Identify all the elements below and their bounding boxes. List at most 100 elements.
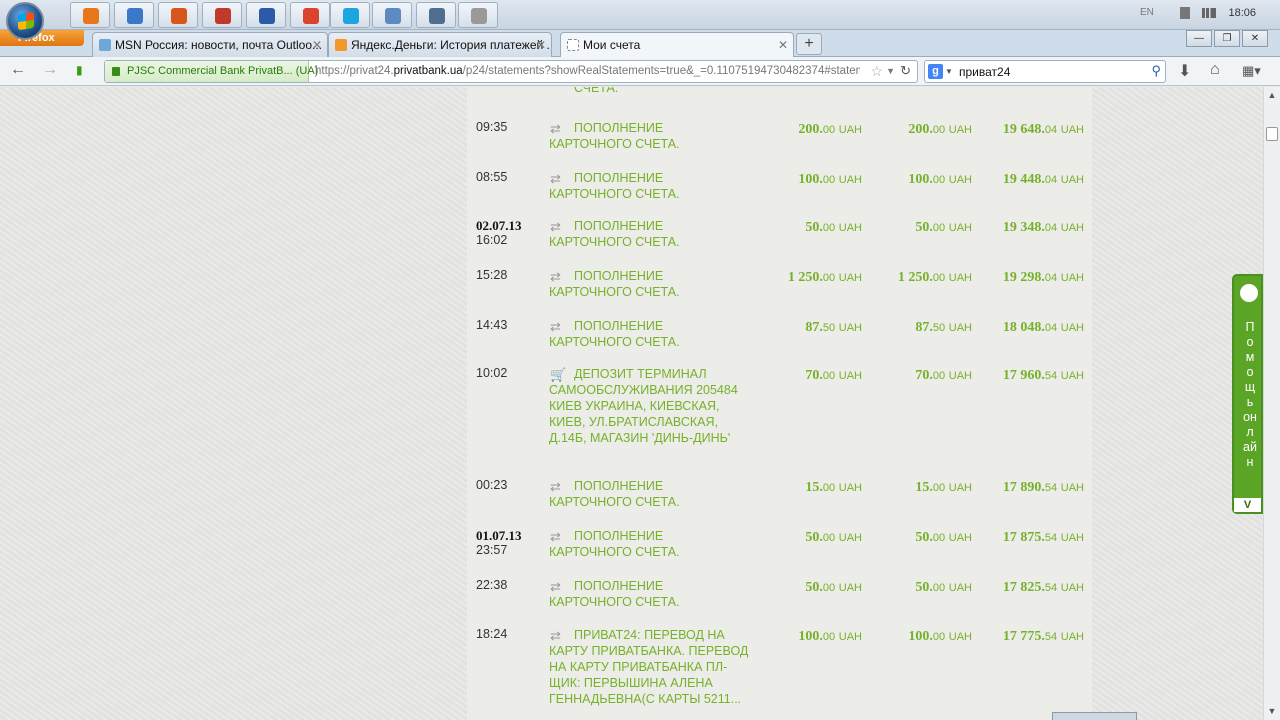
row-time: 23:57 xyxy=(476,543,508,557)
new-tab-button[interactable]: + xyxy=(796,33,822,55)
row-amount: 200.00 UAH xyxy=(798,122,862,137)
row-time: 18:24 xyxy=(476,627,508,641)
row-sum: 1 250.00 UAH xyxy=(897,270,972,285)
google-icon[interactable]: g xyxy=(928,64,943,79)
taskbar-app-button[interactable] xyxy=(290,2,330,28)
taskbar-app-button[interactable] xyxy=(114,2,154,28)
clock[interactable]: 18:06 xyxy=(1228,7,1256,19)
row-date: 02.07.13 xyxy=(476,218,522,233)
row-description[interactable]: ПОПОЛНЕНИЕ КАРТОЧНОГО СЧЕТА. xyxy=(549,528,749,560)
row-description[interactable]: ПОПОЛНЕНИЕ КАРТОЧНОГО СЧЕТА. xyxy=(549,478,749,510)
site-identity[interactable]: PJSC Commercial Bank PrivatB... (UA) xyxy=(105,61,318,82)
action-center-icon[interactable] xyxy=(1180,7,1190,19)
system-tray: EN 18:06 xyxy=(1130,0,1280,30)
browser-tab[interactable]: Яндекс.Деньги: История платежей ... ✕ xyxy=(328,32,552,57)
presentation-icon xyxy=(215,8,231,24)
url-bar[interactable]: PJSC Commercial Bank PrivatB... (UA) htt… xyxy=(104,60,918,83)
url-prefix: https://privat24. xyxy=(315,65,394,77)
row-sum: 70.00 UAH xyxy=(915,368,972,383)
search-engine-dropdown-icon[interactable]: ▼ xyxy=(945,67,953,76)
lock-icon xyxy=(112,67,120,76)
window-controls: — ❐ ✕ xyxy=(1186,30,1272,48)
row-time: 14:43 xyxy=(476,318,508,332)
network-icon xyxy=(385,8,401,24)
home-icon[interactable]: ⌂ xyxy=(1210,61,1220,79)
language-indicator[interactable]: EN xyxy=(1140,7,1154,18)
minimize-button[interactable]: — xyxy=(1186,30,1212,47)
row-description[interactable]: ПОПОЛНЕНИЕ КАРТОЧНОГО СЧЕТА. xyxy=(549,120,749,152)
download-icon[interactable]: ⬇ xyxy=(1178,61,1191,81)
network-status-icon[interactable] xyxy=(1202,8,1216,18)
help-label: Помощь онлайн xyxy=(1243,320,1257,469)
online-help-widget[interactable]: Помощь онлайн V xyxy=(1232,274,1263,514)
scroll-thumb[interactable] xyxy=(1266,127,1278,141)
taskbar-app-button[interactable] xyxy=(246,2,286,28)
signal-icon[interactable]: ▮ xyxy=(76,63,83,77)
forward-arrow-icon[interactable]: → xyxy=(42,61,58,79)
search-input[interactable] xyxy=(959,63,1139,80)
close-window-button[interactable]: ✕ xyxy=(1242,30,1268,47)
taskbar-app-button[interactable] xyxy=(416,2,456,28)
tab-label: MSN Россия: новости, почта Outloo... xyxy=(115,38,322,52)
row-balance: 17 775.54 UAH xyxy=(1002,629,1084,644)
close-tab-icon[interactable]: ✕ xyxy=(778,38,788,52)
taskbar-app-button[interactable] xyxy=(458,2,498,28)
row-balance: 17 875.54 UAH xyxy=(1002,530,1084,545)
bookmark-star-icon[interactable]: ☆ xyxy=(870,63,883,80)
row-sum: 87.50 UAH xyxy=(915,320,972,335)
search-icon[interactable]: ⚲ xyxy=(1151,63,1161,79)
row-description[interactable]: ДЕПОЗИТ ТЕРМИНАЛ САМООБСЛУЖИВАНИЯ 205484… xyxy=(549,366,749,446)
browser-tab[interactable]: Мои счета ✕ xyxy=(560,32,794,58)
row-amount: 100.00 UAH xyxy=(798,629,862,644)
row-description[interactable]: СЧЕТА. xyxy=(549,87,749,96)
url-text[interactable]: https://privat24.privatbank.ua/p24/state… xyxy=(315,61,860,82)
browser-tab[interactable]: MSN Россия: новости, почта Outloo... ✕ xyxy=(92,32,328,57)
tab-favicon-icon xyxy=(567,39,579,51)
taskbar-app-button[interactable] xyxy=(330,2,370,28)
row-amount: 87.50 UAH xyxy=(805,320,862,335)
skype-icon xyxy=(343,8,359,24)
row-balance: 19 648.04 UAH xyxy=(1002,122,1084,137)
search-bar[interactable]: g ▼ ⚲ xyxy=(924,60,1166,83)
row-balance: 19 298.04 UAH xyxy=(1002,270,1084,285)
row-description[interactable]: ПОПОЛНЕНИЕ КАРТОЧНОГО СЧЕТА. xyxy=(549,578,749,610)
close-tab-icon[interactable]: ✕ xyxy=(536,38,546,52)
url-path: /p24/statements?showRealStatements=true&… xyxy=(462,65,860,77)
scrollbar[interactable]: ▲ ▼ xyxy=(1263,87,1280,720)
restore-button[interactable]: ❐ xyxy=(1214,30,1240,47)
windows-logo-icon xyxy=(18,11,34,31)
chat-icon xyxy=(1240,284,1258,302)
row-sum: 50.00 UAH xyxy=(915,530,972,545)
firefox-alt-icon xyxy=(171,8,187,24)
row-balance: 18 048.04 UAH xyxy=(1002,320,1084,335)
row-amount: 70.00 UAH xyxy=(805,368,862,383)
row-sum: 200.00 UAH xyxy=(908,122,972,137)
row-sum: 50.00 UAH xyxy=(915,580,972,595)
reload-icon[interactable]: ↻ xyxy=(900,63,911,79)
tab-label: Мои счета xyxy=(583,38,641,52)
start-button[interactable] xyxy=(6,2,44,40)
taskbar-app-button[interactable] xyxy=(202,2,242,28)
row-amount: 1 250.00 UAH xyxy=(787,270,862,285)
row-description[interactable]: ПОПОЛНЕНИЕ КАРТОЧНОГО СЧЕТА. xyxy=(549,268,749,300)
files-icon xyxy=(127,8,143,24)
taskbar-app-button[interactable] xyxy=(158,2,198,28)
taskbar-app-button[interactable] xyxy=(372,2,412,28)
close-tab-icon[interactable]: ✕ xyxy=(312,38,322,52)
row-amount: 50.00 UAH xyxy=(805,220,862,235)
help-toggle[interactable]: V xyxy=(1234,498,1261,512)
row-description[interactable]: ПОПОЛНЕНИЕ КАРТОЧНОГО СЧЕТА. xyxy=(549,318,749,350)
taskbar-app-button[interactable] xyxy=(70,2,110,28)
download-popup-edge[interactable] xyxy=(1052,712,1137,720)
row-description[interactable]: ПОПОЛНЕНИЕ КАРТОЧНОГО СЧЕТА. xyxy=(549,170,749,202)
addons-icon[interactable]: ▦▾ xyxy=(1242,63,1261,79)
back-arrow-icon[interactable]: ← xyxy=(10,61,26,79)
url-history-dropdown-icon[interactable]: ▼ xyxy=(886,66,895,76)
row-description[interactable]: ПРИВАТ24: ПЕРЕВОД НА КАРТУ ПРИВАТБАНКА. … xyxy=(549,627,749,707)
row-description[interactable]: ПОПОЛНЕНИЕ КАРТОЧНОГО СЧЕТА. xyxy=(549,218,749,250)
row-date: 01.07.13 xyxy=(476,528,522,543)
scroll-up-icon[interactable]: ▲ xyxy=(1264,87,1280,104)
scroll-down-icon[interactable]: ▼ xyxy=(1264,703,1280,720)
row-sum: 50.00 UAH xyxy=(915,220,972,235)
row-balance: 17 890.54 UAH xyxy=(1002,480,1084,495)
